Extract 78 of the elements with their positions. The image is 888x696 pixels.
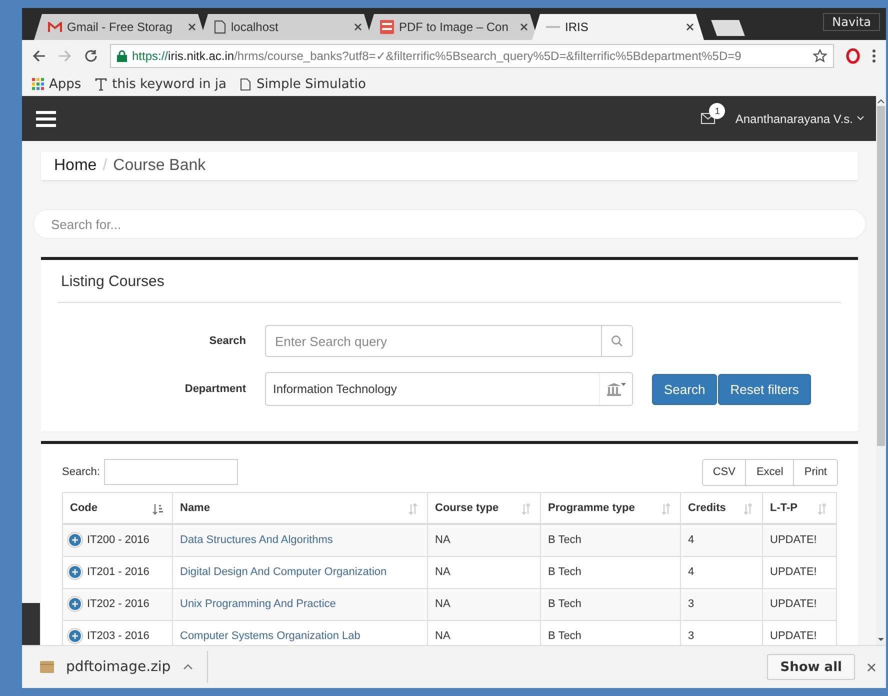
table-search-field[interactable] bbox=[104, 459, 238, 485]
new-tab-button[interactable] bbox=[711, 20, 745, 36]
close-icon[interactable] bbox=[686, 23, 694, 31]
input-addon[interactable] bbox=[601, 325, 633, 357]
close-icon[interactable] bbox=[354, 23, 362, 31]
panel-title: Listing Courses bbox=[58, 260, 841, 303]
bookmark[interactable]: Simple Simulatio bbox=[240, 76, 366, 92]
export-button[interactable]: Print bbox=[793, 458, 838, 486]
sidebar-edge bbox=[22, 603, 40, 645]
show-all-button[interactable]: Show all bbox=[767, 654, 855, 680]
close-icon[interactable] bbox=[188, 23, 196, 31]
field-label: Search bbox=[208, 335, 246, 347]
table-cell: IT200 - 2016 bbox=[62, 524, 172, 556]
close-icon[interactable] bbox=[520, 23, 528, 31]
font-icon bbox=[95, 78, 108, 90]
expand-icon[interactable] bbox=[67, 564, 83, 580]
expand-icon[interactable] bbox=[67, 532, 83, 548]
breadcrumb-item[interactable]: Home bbox=[54, 157, 97, 175]
chevron-icon bbox=[857, 116, 864, 121]
search-field[interactable]: Search for... bbox=[33, 209, 866, 239]
table-cell: NA bbox=[428, 524, 540, 556]
table-cell: IT202 - 2016 bbox=[62, 588, 172, 620]
archive-icon bbox=[40, 661, 54, 673]
mail-icon bbox=[48, 22, 62, 32]
star-icon[interactable] bbox=[813, 49, 827, 63]
table-cell: B Tech bbox=[540, 524, 680, 556]
browser-tab[interactable]: IRIS bbox=[532, 14, 704, 40]
bookmark[interactable]: Apps bbox=[32, 76, 82, 92]
page-icon bbox=[240, 78, 252, 90]
table-cell: IT201 - 2016 bbox=[62, 556, 172, 588]
table-cell: UPDATE! bbox=[762, 524, 836, 556]
scroll-down-icon[interactable] bbox=[877, 637, 885, 643]
table-cell: 4 bbox=[680, 524, 762, 556]
filter-button[interactable]: Reset filters bbox=[718, 374, 811, 404]
breadcrumb-item: Course Bank bbox=[113, 157, 206, 175]
pdf-icon bbox=[380, 20, 394, 34]
download-item[interactable]: pdftoimage.zip bbox=[40, 651, 208, 683]
table-cell: NA bbox=[428, 556, 540, 588]
table-cell: B Tech bbox=[540, 556, 680, 588]
envelope-icon[interactable] bbox=[701, 113, 716, 124]
table-cell: 4 bbox=[680, 556, 762, 588]
table-cell: UPDATE! bbox=[762, 588, 836, 620]
table-cell: Digital Design And Computer Organization bbox=[172, 556, 428, 588]
search-query-field[interactable]: Enter Search query bbox=[265, 325, 601, 357]
apps-grid-icon bbox=[32, 78, 44, 90]
table-cell: 3 bbox=[680, 588, 762, 620]
building-icon bbox=[606, 382, 626, 396]
notification-badge: 1 bbox=[709, 103, 726, 119]
export-button[interactable]: CSV bbox=[702, 458, 746, 486]
breadcrumb-separator: / bbox=[102, 157, 108, 175]
filter-button[interactable]: Search bbox=[652, 374, 718, 404]
expand-icon[interactable] bbox=[67, 628, 83, 644]
close-icon[interactable] bbox=[867, 662, 876, 672]
scroll-up-icon[interactable] bbox=[877, 98, 885, 104]
table-cell: Data Structures And Algorithms bbox=[172, 524, 428, 556]
user-menu[interactable]: Ananthanarayana V.s. bbox=[735, 112, 864, 126]
table-cell: NA bbox=[428, 588, 540, 620]
bookmark[interactable]: this keyword in ja bbox=[95, 76, 226, 92]
url-text: https://iris.nitk.ac.in/hrms/course_banks?utf8=✓&filterrific%5Bsearch_query%5D=&filterrific%5Bdepartment%5D=9 bbox=[132, 49, 742, 63]
page-icon bbox=[214, 20, 226, 34]
address-bar[interactable]: https://iris.nitk.ac.in/hrms/course_banks?utf8=✓&filterrific%5Bsearch_query%5D=&filterrific%5Bdepartment%5D=9 bbox=[110, 44, 834, 68]
caret-icon[interactable] bbox=[182, 664, 193, 670]
menu-icon[interactable] bbox=[36, 110, 56, 126]
back-icon[interactable] bbox=[32, 49, 46, 63]
opera-icon[interactable] bbox=[846, 48, 860, 64]
table-cell: UPDATE! bbox=[762, 556, 836, 588]
menu-icon[interactable] bbox=[872, 49, 876, 63]
profile-button[interactable]: Navita bbox=[823, 13, 880, 31]
field-label: Department bbox=[184, 383, 246, 395]
search-icon bbox=[611, 335, 623, 347]
lock-icon bbox=[117, 50, 127, 62]
reload-icon[interactable] bbox=[84, 49, 98, 63]
expand-icon[interactable] bbox=[67, 596, 83, 612]
search-label: Search: bbox=[62, 466, 100, 478]
department-select[interactable]: Information Technology bbox=[265, 372, 633, 406]
export-button[interactable]: Excel bbox=[745, 458, 794, 486]
table-cell: Unix Programming And Practice bbox=[172, 588, 428, 620]
table-cell: B Tech bbox=[540, 588, 680, 620]
